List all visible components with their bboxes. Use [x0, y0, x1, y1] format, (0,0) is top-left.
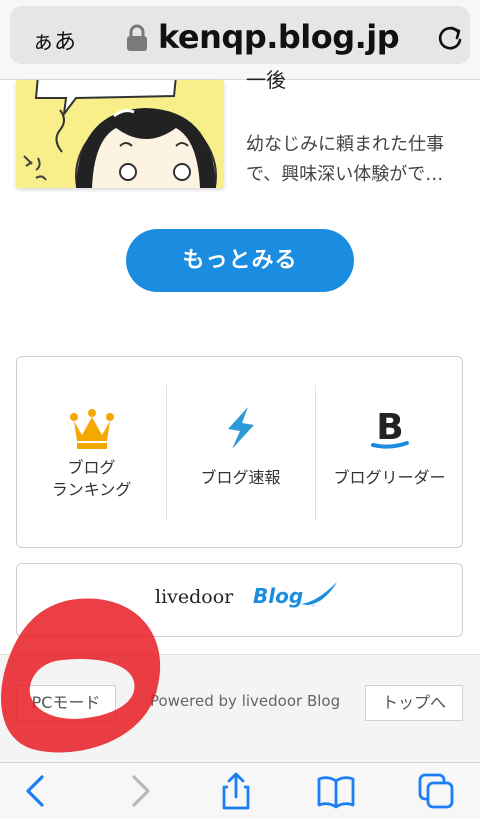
service-blog-news[interactable]: ブログ速報 — [166, 357, 315, 547]
share-icon[interactable] — [216, 771, 256, 811]
service-blog-ranking[interactable]: ブログ ランキング — [17, 357, 166, 547]
reload-icon[interactable] — [434, 22, 466, 54]
back-icon[interactable] — [16, 771, 56, 811]
lightning-icon — [227, 407, 254, 449]
lock-icon — [127, 24, 147, 51]
livedoor-logo-text: livedoor — [155, 586, 234, 608]
livedoor-blog-banner[interactable]: livedoor Blog — [16, 563, 463, 637]
pc-mode-button[interactable]: PCモード — [16, 685, 116, 721]
tabs-icon[interactable] — [416, 771, 456, 811]
service-blog-reader[interactable]: B ブログリーダー — [315, 357, 464, 547]
crown-icon — [69, 409, 114, 449]
wing-logo-icon — [301, 582, 337, 607]
service-label-line1: ブログ — [67, 458, 116, 477]
svg-text:B: B — [376, 407, 403, 448]
url-field[interactable]: ぁあ kenqp.blog.jp — [10, 6, 470, 64]
service-label-line2: ランキング — [51, 480, 132, 499]
browser-toolbar — [0, 762, 480, 819]
blog-services-box: ブログ ランキング ブログ速報 B ブログリーダー — [16, 356, 463, 548]
powered-by-text: Powered by livedoor Blog — [150, 692, 341, 710]
article-thumbnail[interactable] — [16, 80, 224, 188]
manga-illustration — [16, 80, 224, 188]
blog-logo-text: Blog — [253, 584, 304, 608]
browser-address-bar: ぁあ kenqp.blog.jp — [0, 0, 480, 80]
more-button[interactable]: もっとみる — [126, 229, 354, 292]
article-excerpt[interactable]: 幼なじみに頼まれた仕事で、興味深い体験がで… — [246, 130, 468, 190]
url-domain[interactable]: kenqp.blog.jp — [158, 18, 400, 56]
blog-reader-b-icon: B — [370, 407, 409, 449]
forward-icon[interactable] — [120, 771, 160, 811]
service-label: ブログリーダー — [333, 468, 446, 487]
article-title[interactable]: 一後 — [246, 64, 286, 93]
to-top-button[interactable]: トップへ — [365, 685, 463, 721]
service-label: ブログ速報 — [200, 468, 281, 487]
bookmarks-icon[interactable] — [316, 771, 356, 811]
text-size-button[interactable]: ぁあ — [32, 24, 76, 56]
